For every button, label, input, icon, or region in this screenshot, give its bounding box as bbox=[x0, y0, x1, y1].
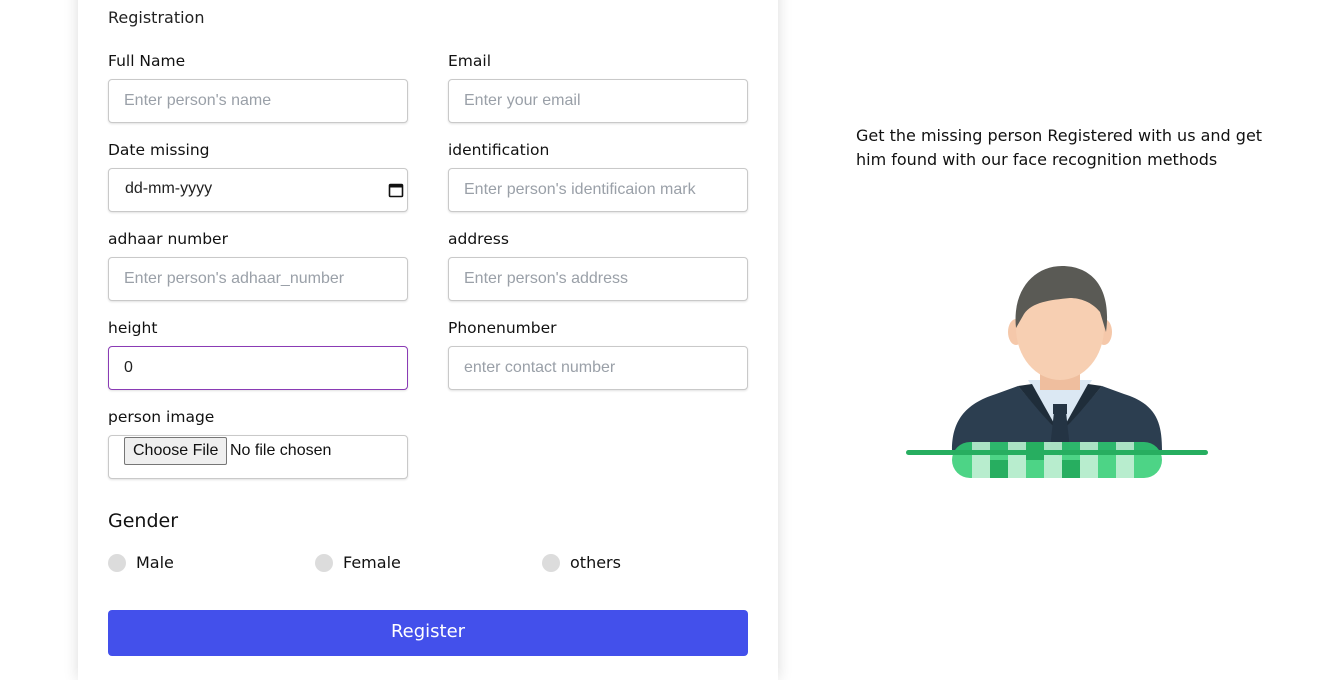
height-label: height bbox=[108, 319, 158, 337]
person-face-scan-icon bbox=[906, 266, 1208, 478]
gender-others-label: others bbox=[570, 553, 621, 572]
height-field bbox=[108, 346, 408, 390]
address-input[interactable] bbox=[449, 258, 747, 300]
form-title: Registration bbox=[108, 8, 205, 27]
gender-heading: Gender bbox=[108, 510, 179, 532]
phone-number-input[interactable] bbox=[449, 347, 747, 389]
gender-male-radio[interactable] bbox=[108, 554, 126, 572]
identification-field bbox=[448, 168, 748, 212]
date-missing-input[interactable]: dd-mm-yyyy bbox=[108, 168, 408, 212]
person-image-label: person image bbox=[108, 408, 215, 426]
adhaar-number-field bbox=[108, 257, 408, 301]
register-button[interactable]: Register bbox=[108, 610, 748, 656]
full-name-field bbox=[108, 79, 408, 123]
address-field bbox=[448, 257, 748, 301]
adhaar-number-input[interactable] bbox=[109, 258, 407, 300]
gender-female-radio[interactable] bbox=[315, 554, 333, 572]
person-image-field: Choose File No file chosen bbox=[108, 435, 408, 479]
date-missing-value: dd-mm-yyyy bbox=[125, 180, 213, 197]
tagline-text: Get the missing person Registered with u… bbox=[856, 126, 1263, 169]
identification-input[interactable] bbox=[449, 169, 747, 211]
gender-male-label: Male bbox=[136, 553, 174, 572]
file-status-text: No file chosen bbox=[230, 442, 332, 459]
email-label: Email bbox=[448, 52, 492, 70]
email-field bbox=[448, 79, 748, 123]
gender-others-radio[interactable] bbox=[542, 554, 560, 572]
identification-label: identification bbox=[448, 141, 550, 159]
phone-number-field bbox=[448, 346, 748, 390]
address-label: address bbox=[448, 230, 509, 248]
adhaar-number-label: adhaar number bbox=[108, 230, 228, 248]
calendar-icon[interactable] bbox=[388, 182, 404, 198]
email-input[interactable] bbox=[449, 80, 747, 122]
full-name-label: Full Name bbox=[108, 52, 186, 70]
phone-number-label: Phonenumber bbox=[448, 319, 557, 337]
date-missing-label: Date missing bbox=[108, 141, 210, 159]
gender-female-label: Female bbox=[343, 553, 401, 572]
full-name-input[interactable] bbox=[109, 80, 407, 122]
height-input[interactable] bbox=[109, 347, 407, 389]
choose-file-button[interactable]: Choose File bbox=[124, 437, 228, 465]
